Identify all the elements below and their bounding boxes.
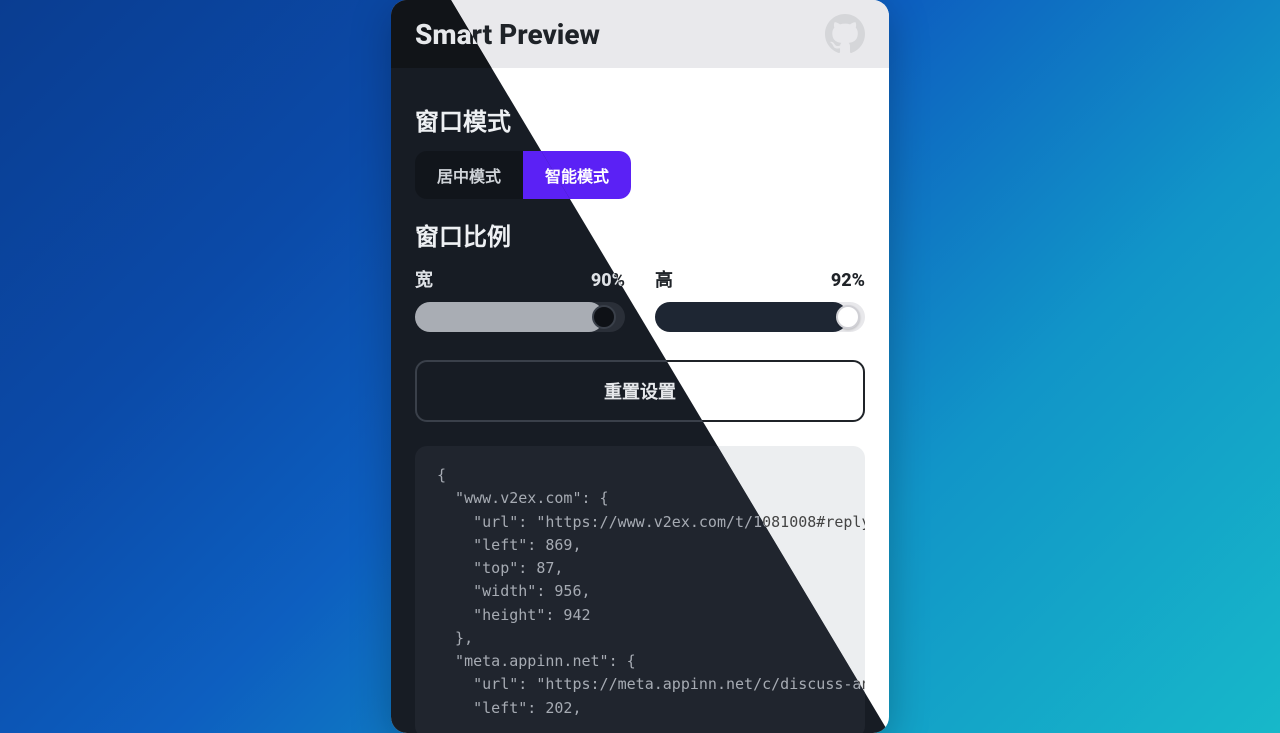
width-slider[interactable] [415,302,625,332]
width-slider-group: 宽 90% [415,266,625,332]
settings-card: Smart Preview 窗口模式 居中模式 智能模式 窗口比例 宽 90% [391,0,889,733]
height-value: 92% [831,270,865,291]
github-icon [825,14,865,54]
github-link[interactable] [825,14,865,54]
height-slider[interactable] [655,302,865,332]
width-label: 宽 [415,266,433,292]
height-label: 高 [655,266,673,292]
height-slider-group: 高 92% [655,266,865,332]
tab-center-mode[interactable]: 居中模式 [415,151,523,199]
